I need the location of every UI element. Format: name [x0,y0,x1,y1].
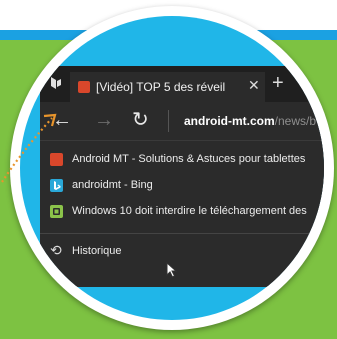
history-icon: ⟲ [50,242,62,258]
suggestion-label: Android MT - Solutions & Astuces pour ta… [72,153,306,165]
suggestion-item[interactable]: Windows 10 doit interdire le téléchargem… [40,199,324,225]
dropdown-divider [40,233,324,234]
android-mt-favicon-icon [78,81,90,93]
pointer-arrow-icon [1,113,57,183]
active-tab[interactable]: [Vidéo] TOP 5 des réveil ✕ [70,72,265,102]
address-host: android-mt.com [184,114,275,128]
history-label: Historique [72,245,122,257]
windows-news-icon [50,205,63,218]
new-tab-icon[interactable]: + [272,72,284,95]
refresh-icon[interactable]: ↻ [132,110,149,130]
close-icon[interactable]: ✕ [248,77,260,94]
address-path: /news/b [274,114,317,128]
edge-browser-window: [Vidéo] TOP 5 des réveil ✕ + ← → ↻ andro… [40,66,324,287]
suggestion-label: androidmt - Bing [72,179,153,191]
toolbar-divider [168,110,169,132]
suggestion-item[interactable]: androidmt - Bing [40,173,324,199]
tab-preview-icon[interactable] [50,76,62,90]
address-suggestions-dropdown: Android MT - Solutions & Astuces pour ta… [40,140,324,287]
history-item[interactable]: ⟲ Historique [40,239,324,265]
suggestion-label: Windows 10 doit interdire le téléchargem… [72,205,307,217]
navigation-bar: ← → ↻ android-mt.com/news/b [40,102,324,140]
forward-arrow-icon[interactable]: → [94,110,114,130]
tab-strip: [Vidéo] TOP 5 des réveil ✕ + [40,66,324,102]
tab-title: [Vidéo] TOP 5 des réveil [96,80,226,94]
mouse-cursor-icon [166,262,178,278]
suggestion-item[interactable]: Android MT - Solutions & Astuces pour ta… [40,147,324,173]
address-bar[interactable]: android-mt.com/news/b [172,102,324,140]
